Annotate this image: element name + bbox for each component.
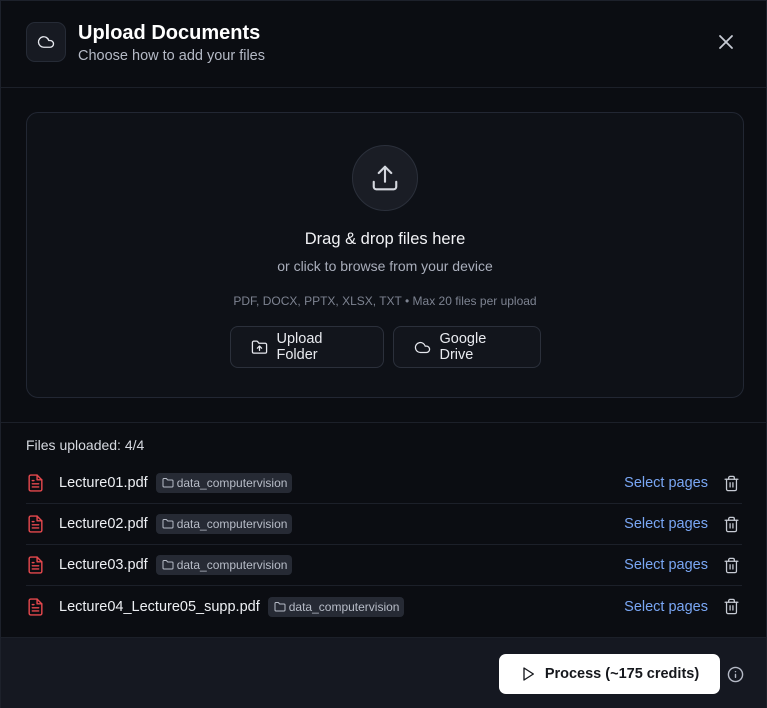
cloud-icon (26, 21, 66, 62)
pdf-file-icon (26, 597, 46, 617)
files-uploaded-count: Files uploaded: 4/4 (26, 437, 145, 453)
process-label: Process (~175 credits) (544, 666, 700, 682)
trash-icon (723, 557, 740, 574)
dropzone-title: Drag & drop files here (304, 230, 466, 248)
supported-formats: PDF, DOCX, PPTX, XLSX, TXT • Max 20 file… (233, 294, 537, 308)
folder-name: data_computervision (176, 558, 288, 572)
file-list: Lecture01.pdf data_computervision Select… (26, 463, 742, 627)
trash-icon (723, 475, 740, 492)
delete-file-button[interactable] (723, 475, 740, 492)
select-pages-link[interactable]: Select pages (624, 475, 708, 491)
file-name: Lecture01.pdf (59, 475, 148, 491)
file-name: Lecture02.pdf (59, 516, 148, 532)
select-pages-link[interactable]: Select pages (624, 599, 708, 615)
dialog-subtitle: Choose how to add your files (78, 47, 265, 64)
folder-tag: data_computervision (155, 473, 293, 493)
dropzone-section: Drag & drop files here or click to brows… (1, 88, 766, 423)
play-icon (520, 666, 536, 682)
pdf-file-icon (26, 555, 46, 575)
upload-folder-label: Upload Folder (276, 331, 323, 363)
folder-tag: data_computervision (155, 514, 293, 534)
info-button[interactable] (727, 666, 744, 683)
close-button[interactable] (716, 32, 736, 52)
select-pages-link[interactable]: Select pages (624, 516, 708, 532)
folder-name: data_computervision (176, 476, 288, 490)
file-row: Lecture01.pdf data_computervision Select… (26, 463, 742, 504)
folder-icon (162, 477, 174, 489)
dialog-header: Upload Documents Choose how to add your … (1, 1, 766, 88)
upload-icon (352, 145, 418, 211)
file-dropzone[interactable]: Drag & drop files here or click to brows… (26, 112, 744, 398)
file-name: Lecture04_Lecture05_supp.pdf (59, 598, 260, 615)
process-button[interactable]: Process (~175 credits) (499, 654, 720, 694)
trash-icon (723, 598, 740, 615)
trash-icon (723, 516, 740, 533)
upload-documents-dialog: Upload Documents Choose how to add your … (0, 0, 767, 708)
file-row: Lecture02.pdf data_computervision Select… (26, 504, 742, 545)
file-row: Lecture04_Lecture05_supp.pdf data_comput… (26, 586, 742, 627)
file-row: Lecture03.pdf data_computervision Select… (26, 545, 742, 586)
delete-file-button[interactable] (723, 557, 740, 574)
folder-upload-icon (251, 339, 268, 356)
close-icon (718, 34, 734, 50)
folder-name: data_computervision (288, 599, 400, 614)
file-name: Lecture03.pdf (59, 557, 148, 573)
uploaded-files-section: Files uploaded: 4/4 Lecture01.pdf data_c… (1, 423, 766, 638)
pdf-file-icon (26, 473, 46, 493)
pdf-file-icon (26, 514, 46, 534)
select-pages-link[interactable]: Select pages (624, 557, 708, 573)
folder-name: data_computervision (176, 517, 288, 531)
delete-file-button[interactable] (723, 598, 740, 615)
cloud-icon (414, 339, 431, 356)
upload-folder-button[interactable]: Upload Folder (229, 326, 384, 368)
google-drive-label: Google Drive (439, 331, 487, 363)
folder-tag: data_computervision (267, 596, 405, 617)
info-icon (727, 666, 744, 683)
dropzone-subtitle: or click to browse from your device (277, 258, 493, 274)
google-drive-button[interactable]: Google Drive (392, 326, 541, 368)
folder-tag: data_computervision (155, 555, 293, 575)
dialog-title: Upload Documents (78, 21, 261, 44)
dialog-footer: Process (~175 credits) (1, 638, 766, 708)
delete-file-button[interactable] (723, 516, 740, 533)
folder-icon (162, 518, 174, 530)
folder-icon (162, 559, 174, 571)
folder-icon (274, 601, 286, 613)
